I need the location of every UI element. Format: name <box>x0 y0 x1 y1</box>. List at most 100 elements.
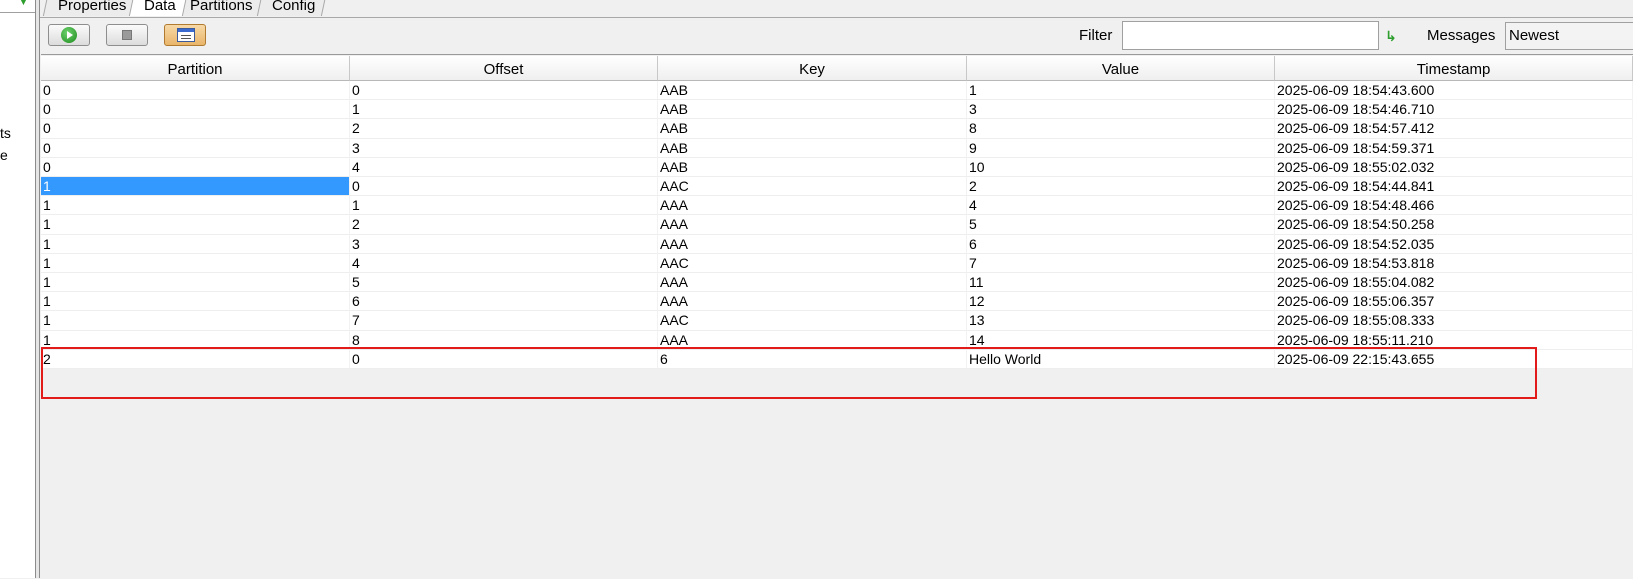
table-cell-offset[interactable]: 6 <box>350 292 658 312</box>
messages-select[interactable]: Newest <box>1505 22 1633 50</box>
table-cell-value[interactable]: 1 <box>967 81 1275 101</box>
table-row[interactable]: 1 1 AAA 4 2025-06-09 18:54:48.466 <box>41 196 1633 216</box>
table-cell-value[interactable]: 11 <box>967 273 1275 293</box>
table-cell-key[interactable]: AAC <box>658 311 967 331</box>
view-toggle-button[interactable] <box>164 24 206 46</box>
table-cell-partition[interactable]: 1 <box>41 177 350 197</box>
table-cell-offset[interactable]: 2 <box>350 215 658 235</box>
table-cell-timestamp[interactable]: 2025-06-09 18:54:43.600 <box>1275 81 1633 101</box>
table-cell-timestamp[interactable]: 2025-06-09 18:54:50.258 <box>1275 215 1633 235</box>
table-cell-timestamp[interactable]: 2025-06-09 18:55:04.082 <box>1275 273 1633 293</box>
table-cell-timestamp[interactable]: 2025-06-09 18:54:52.035 <box>1275 234 1633 254</box>
table-row[interactable]: 0 4 AAB 10 2025-06-09 18:55:02.032 <box>41 157 1633 177</box>
table-cell-value[interactable]: 8 <box>967 119 1275 139</box>
table-cell-key[interactable]: 6 <box>658 349 967 369</box>
table-cell-partition[interactable]: 0 <box>41 81 350 101</box>
table-cell-partition[interactable]: 0 <box>41 138 350 158</box>
table-cell-offset[interactable]: 1 <box>350 196 658 216</box>
table-cell-value[interactable]: 7 <box>967 253 1275 273</box>
table-cell-key[interactable]: AAB <box>658 81 967 101</box>
table-cell-timestamp[interactable]: 2025-06-09 18:54:57.412 <box>1275 119 1633 139</box>
tab-properties[interactable]: Properties <box>42 0 138 16</box>
table-row[interactable]: 0 3 AAB 9 2025-06-09 18:54:59.371 <box>41 138 1633 158</box>
table-cell-offset[interactable]: 8 <box>350 330 658 350</box>
table-cell-partition[interactable]: 1 <box>41 253 350 273</box>
table-cell-offset[interactable]: 3 <box>350 234 658 254</box>
table-cell-value[interactable]: 4 <box>967 196 1275 216</box>
table-row[interactable]: 0 2 AAB 8 2025-06-09 18:54:57.412 <box>41 119 1633 139</box>
table-cell-partition[interactable]: 1 <box>41 330 350 350</box>
table-cell-partition[interactable]: 1 <box>41 234 350 254</box>
table-cell-timestamp[interactable]: 2025-06-09 22:15:43.655 <box>1275 349 1633 369</box>
table-cell-key[interactable]: AAA <box>658 215 967 235</box>
table-cell-key[interactable]: AAC <box>658 253 967 273</box>
table-cell-partition[interactable]: 1 <box>41 196 350 216</box>
table-cell-value[interactable]: 3 <box>967 100 1275 120</box>
table-cell-partition[interactable]: 1 <box>41 292 350 312</box>
table-cell-value[interactable]: 14 <box>967 330 1275 350</box>
column-header-timestamp[interactable]: Timestamp <box>1275 56 1633 81</box>
table-cell-offset[interactable]: 2 <box>350 119 658 139</box>
table-row[interactable]: 1 7 AAC 13 2025-06-09 18:55:08.333 <box>41 311 1633 331</box>
column-header-partition[interactable]: Partition <box>41 56 350 81</box>
table-cell-offset[interactable]: 1 <box>350 100 658 120</box>
table-cell-key[interactable]: AAB <box>658 100 967 120</box>
table-cell-partition[interactable]: 1 <box>41 215 350 235</box>
column-header-key[interactable]: Key <box>658 56 967 81</box>
table-cell-key[interactable]: AAB <box>658 119 967 139</box>
table-cell-timestamp[interactable]: 2025-06-09 18:55:11.210 <box>1275 330 1633 350</box>
table-cell-offset[interactable]: 7 <box>350 311 658 331</box>
table-cell-partition[interactable]: 1 <box>41 273 350 293</box>
table-cell-key[interactable]: AAA <box>658 330 967 350</box>
table-cell-timestamp[interactable]: 2025-06-09 18:55:08.333 <box>1275 311 1633 331</box>
table-cell-timestamp[interactable]: 2025-06-09 18:54:53.818 <box>1275 253 1633 273</box>
table-cell-key[interactable]: AAB <box>658 157 967 177</box>
table-cell-value[interactable]: 9 <box>967 138 1275 158</box>
table-cell-offset[interactable]: 0 <box>350 349 658 369</box>
table-cell-key[interactable]: AAA <box>658 196 967 216</box>
table-row[interactable]: 1 0 AAC 2 2025-06-09 18:54:44.841 <box>41 177 1633 197</box>
table-cell-value[interactable]: 12 <box>967 292 1275 312</box>
table-cell-timestamp[interactable]: 2025-06-09 18:54:44.841 <box>1275 177 1633 197</box>
table-cell-partition[interactable]: 1 <box>41 311 350 331</box>
table-row[interactable]: 2 0 6 Hello World 2025-06-09 22:15:43.655 <box>41 349 1633 369</box>
start-button[interactable] <box>48 24 90 46</box>
table-cell-timestamp[interactable]: 2025-06-09 18:54:48.466 <box>1275 196 1633 216</box>
table-cell-key[interactable]: AAA <box>658 234 967 254</box>
green-down-arrow-icon[interactable]: ▼ <box>18 0 29 8</box>
filter-input[interactable] <box>1122 21 1379 50</box>
table-cell-value[interactable]: 6 <box>967 234 1275 254</box>
table-row[interactable]: 0 0 AAB 1 2025-06-09 18:54:43.600 <box>41 81 1633 101</box>
column-header-value[interactable]: Value <box>967 56 1275 81</box>
table-cell-timestamp[interactable]: 2025-06-09 18:54:46.710 <box>1275 100 1633 120</box>
filter-apply-icon[interactable]: ↳ <box>1385 28 1397 45</box>
table-cell-offset[interactable]: 0 <box>350 177 658 197</box>
table-cell-offset[interactable]: 4 <box>350 157 658 177</box>
table-cell-offset[interactable]: 3 <box>350 138 658 158</box>
table-row[interactable]: 1 5 AAA 11 2025-06-09 18:55:04.082 <box>41 273 1633 293</box>
tab-config[interactable]: Config <box>256 0 327 16</box>
table-cell-key[interactable]: AAC <box>658 177 967 197</box>
table-row[interactable]: 1 2 AAA 5 2025-06-09 18:54:50.258 <box>41 215 1633 235</box>
table-cell-offset[interactable]: 4 <box>350 253 658 273</box>
table-cell-offset[interactable]: 5 <box>350 273 658 293</box>
tab-data[interactable]: Data <box>128 0 187 16</box>
table-cell-key[interactable]: AAA <box>658 292 967 312</box>
table-cell-key[interactable]: AAB <box>658 138 967 158</box>
table-row[interactable]: 1 6 AAA 12 2025-06-09 18:55:06.357 <box>41 292 1633 312</box>
table-cell-value[interactable]: 5 <box>967 215 1275 235</box>
tab-partitions[interactable]: Partitions <box>174 0 264 16</box>
table-cell-key[interactable]: AAA <box>658 273 967 293</box>
table-cell-value[interactable]: 2 <box>967 177 1275 197</box>
table-cell-value[interactable]: Hello World <box>967 349 1275 369</box>
table-cell-partition[interactable]: 0 <box>41 157 350 177</box>
stop-button[interactable] <box>106 24 148 46</box>
table-row[interactable]: 0 1 AAB 3 2025-06-09 18:54:46.710 <box>41 100 1633 120</box>
table-cell-timestamp[interactable]: 2025-06-09 18:55:06.357 <box>1275 292 1633 312</box>
column-header-offset[interactable]: Offset <box>350 56 658 81</box>
table-row[interactable]: 1 8 AAA 14 2025-06-09 18:55:11.210 <box>41 330 1633 350</box>
table-cell-value[interactable]: 13 <box>967 311 1275 331</box>
table-row[interactable]: 1 3 AAA 6 2025-06-09 18:54:52.035 <box>41 234 1633 254</box>
table-cell-partition[interactable]: 0 <box>41 100 350 120</box>
table-cell-partition[interactable]: 2 <box>41 349 350 369</box>
